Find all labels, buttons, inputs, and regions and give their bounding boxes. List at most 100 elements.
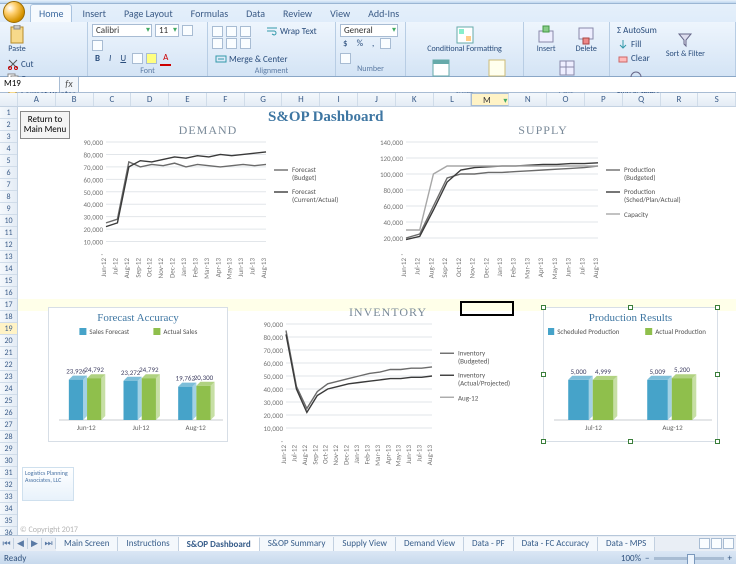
row-header-20[interactable]: 20 xyxy=(0,335,17,347)
active-cell[interactable] xyxy=(460,301,514,316)
row-header-3[interactable]: 3 xyxy=(0,131,17,143)
sheet-tab-instructions[interactable]: Instructions xyxy=(118,537,178,551)
align-left[interactable] xyxy=(212,38,223,49)
col-header-A[interactable]: A xyxy=(18,93,56,106)
row-header-4[interactable]: 4 xyxy=(0,143,17,155)
align-right[interactable] xyxy=(240,38,251,49)
sheet-tab-data-fc-accuracy[interactable]: Data - FC Accuracy xyxy=(514,537,598,551)
cut-button[interactable]: Cut xyxy=(4,57,78,71)
ribbon-tab-review[interactable]: Review xyxy=(275,5,320,22)
row-header-15[interactable]: 15 xyxy=(0,275,17,287)
col-header-B[interactable]: B xyxy=(56,93,94,106)
row-header-36[interactable]: 36 xyxy=(0,527,17,535)
font-size-select[interactable]: 11 xyxy=(155,24,179,37)
col-header-Q[interactable]: Q xyxy=(623,93,661,106)
worksheet[interactable]: ABCDEFGHIJKLMNOPQRS 12345678910111213141… xyxy=(0,93,736,535)
row-header-1[interactable]: 1 xyxy=(0,107,17,119)
row-header-7[interactable]: 7 xyxy=(0,179,17,191)
align-center[interactable] xyxy=(226,38,237,49)
sheet-tab-demand-view[interactable]: Demand View xyxy=(396,537,464,551)
align-top[interactable] xyxy=(212,26,223,37)
view-normal[interactable] xyxy=(699,538,710,549)
percent-button[interactable]: % xyxy=(354,37,366,50)
row-header-6[interactable]: 6 xyxy=(0,167,17,179)
name-box[interactable]: M19 xyxy=(0,77,60,92)
sheet-tab-supply-view[interactable]: Supply View xyxy=(334,537,396,551)
increase-decimal[interactable] xyxy=(380,38,391,49)
bold-button[interactable]: B xyxy=(92,52,103,65)
row-header-19[interactable]: 19 xyxy=(0,323,17,335)
border-button[interactable] xyxy=(132,53,143,64)
office-button[interactable] xyxy=(3,1,25,23)
col-header-R[interactable]: R xyxy=(661,93,699,106)
col-header-L[interactable]: L xyxy=(434,93,472,106)
row-header-26[interactable]: 26 xyxy=(0,407,17,419)
fill-button[interactable]: Fill xyxy=(614,37,660,51)
tab-nav[interactable]: ⏮◀▶⏭ xyxy=(0,538,56,549)
sheet-tab-s-op-summary[interactable]: S&OP Summary xyxy=(260,537,335,551)
decrease-decimal[interactable] xyxy=(340,53,351,64)
font-name-select[interactable]: Calibri xyxy=(92,24,152,37)
inventory-chart[interactable]: INVENTORY 10,00020,00030,00040,00050,000… xyxy=(248,305,528,478)
row-header-5[interactable]: 5 xyxy=(0,155,17,167)
row-header-23[interactable]: 23 xyxy=(0,371,17,383)
ribbon-tab-page-layout[interactable]: Page Layout xyxy=(116,5,181,22)
underline-button[interactable]: U xyxy=(117,52,129,65)
ribbon-tab-formulas[interactable]: Formulas xyxy=(183,5,236,22)
view-layout[interactable] xyxy=(711,538,722,549)
col-header-J[interactable]: J xyxy=(358,93,396,106)
view-break[interactable] xyxy=(723,538,734,549)
row-header-35[interactable]: 35 xyxy=(0,515,17,527)
zoom-level[interactable]: 100% xyxy=(621,553,641,564)
row-header-31[interactable]: 31 xyxy=(0,467,17,479)
conditional-formatting-button[interactable]: Conditional Formatting xyxy=(424,24,505,54)
col-header-I[interactable]: I xyxy=(320,93,358,106)
return-main-menu-button[interactable]: Return to Main Menu xyxy=(20,111,70,139)
col-header-H[interactable]: H xyxy=(282,93,320,106)
row-header-32[interactable]: 32 xyxy=(0,479,17,491)
grow-font[interactable] xyxy=(182,25,193,36)
formula-input[interactable] xyxy=(78,77,736,92)
paste-button[interactable]: Paste xyxy=(4,24,30,54)
row-header-30[interactable]: 30 xyxy=(0,455,17,467)
ribbon-tab-add-ins[interactable]: Add-Ins xyxy=(360,5,407,22)
demand-chart[interactable]: DEMAND 10,00020,00030,00040,00050,00060,… xyxy=(68,123,348,291)
row-header-13[interactable]: 13 xyxy=(0,251,17,263)
row-header-34[interactable]: 34 xyxy=(0,503,17,515)
shrink-font[interactable] xyxy=(92,40,103,51)
zoom-in[interactable]: + xyxy=(728,553,732,564)
production-results-chart[interactable]: Production Results Scheduled ProductionA… xyxy=(543,307,718,442)
col-header-P[interactable]: P xyxy=(585,93,623,106)
fill-color-button[interactable] xyxy=(146,53,157,64)
number-format-select[interactable]: General xyxy=(340,24,398,37)
sheet-tab-data-mps[interactable]: Data - MPS xyxy=(598,537,655,551)
col-header-M[interactable]: M xyxy=(471,93,509,106)
ribbon-tab-data[interactable]: Data xyxy=(238,5,273,22)
zoom-out[interactable]: − xyxy=(645,553,649,564)
row-header-21[interactable]: 21 xyxy=(0,347,17,359)
delete-cells-button[interactable]: Delete xyxy=(573,24,600,54)
row-header-16[interactable]: 16 xyxy=(0,287,17,299)
row-header-29[interactable]: 29 xyxy=(0,443,17,455)
col-header-N[interactable]: N xyxy=(509,93,547,106)
sheet-tab-main-screen[interactable]: Main Screen xyxy=(56,537,118,551)
currency-button[interactable]: $ xyxy=(340,37,351,50)
row-header-2[interactable]: 2 xyxy=(0,119,17,131)
font-color-button[interactable]: A xyxy=(160,51,171,66)
row-header-9[interactable]: 9 xyxy=(0,203,17,215)
col-header-S[interactable]: S xyxy=(698,93,736,106)
row-header-12[interactable]: 12 xyxy=(0,239,17,251)
sheet-tab-s-op-dashboard[interactable]: S&OP Dashboard xyxy=(179,537,260,551)
italic-button[interactable]: I xyxy=(106,52,114,65)
clear-button[interactable]: Clear xyxy=(614,51,660,65)
col-header-E[interactable]: E xyxy=(169,93,207,106)
col-header-K[interactable]: K xyxy=(396,93,434,106)
row-header-8[interactable]: 8 xyxy=(0,191,17,203)
col-header-D[interactable]: D xyxy=(131,93,169,106)
row-header-28[interactable]: 28 xyxy=(0,431,17,443)
wrap-text-button[interactable]: Wrap Text xyxy=(263,24,320,38)
row-header-10[interactable]: 10 xyxy=(0,215,17,227)
col-header-O[interactable]: O xyxy=(547,93,585,106)
zoom-slider[interactable] xyxy=(654,557,724,560)
col-header-C[interactable]: C xyxy=(94,93,132,106)
